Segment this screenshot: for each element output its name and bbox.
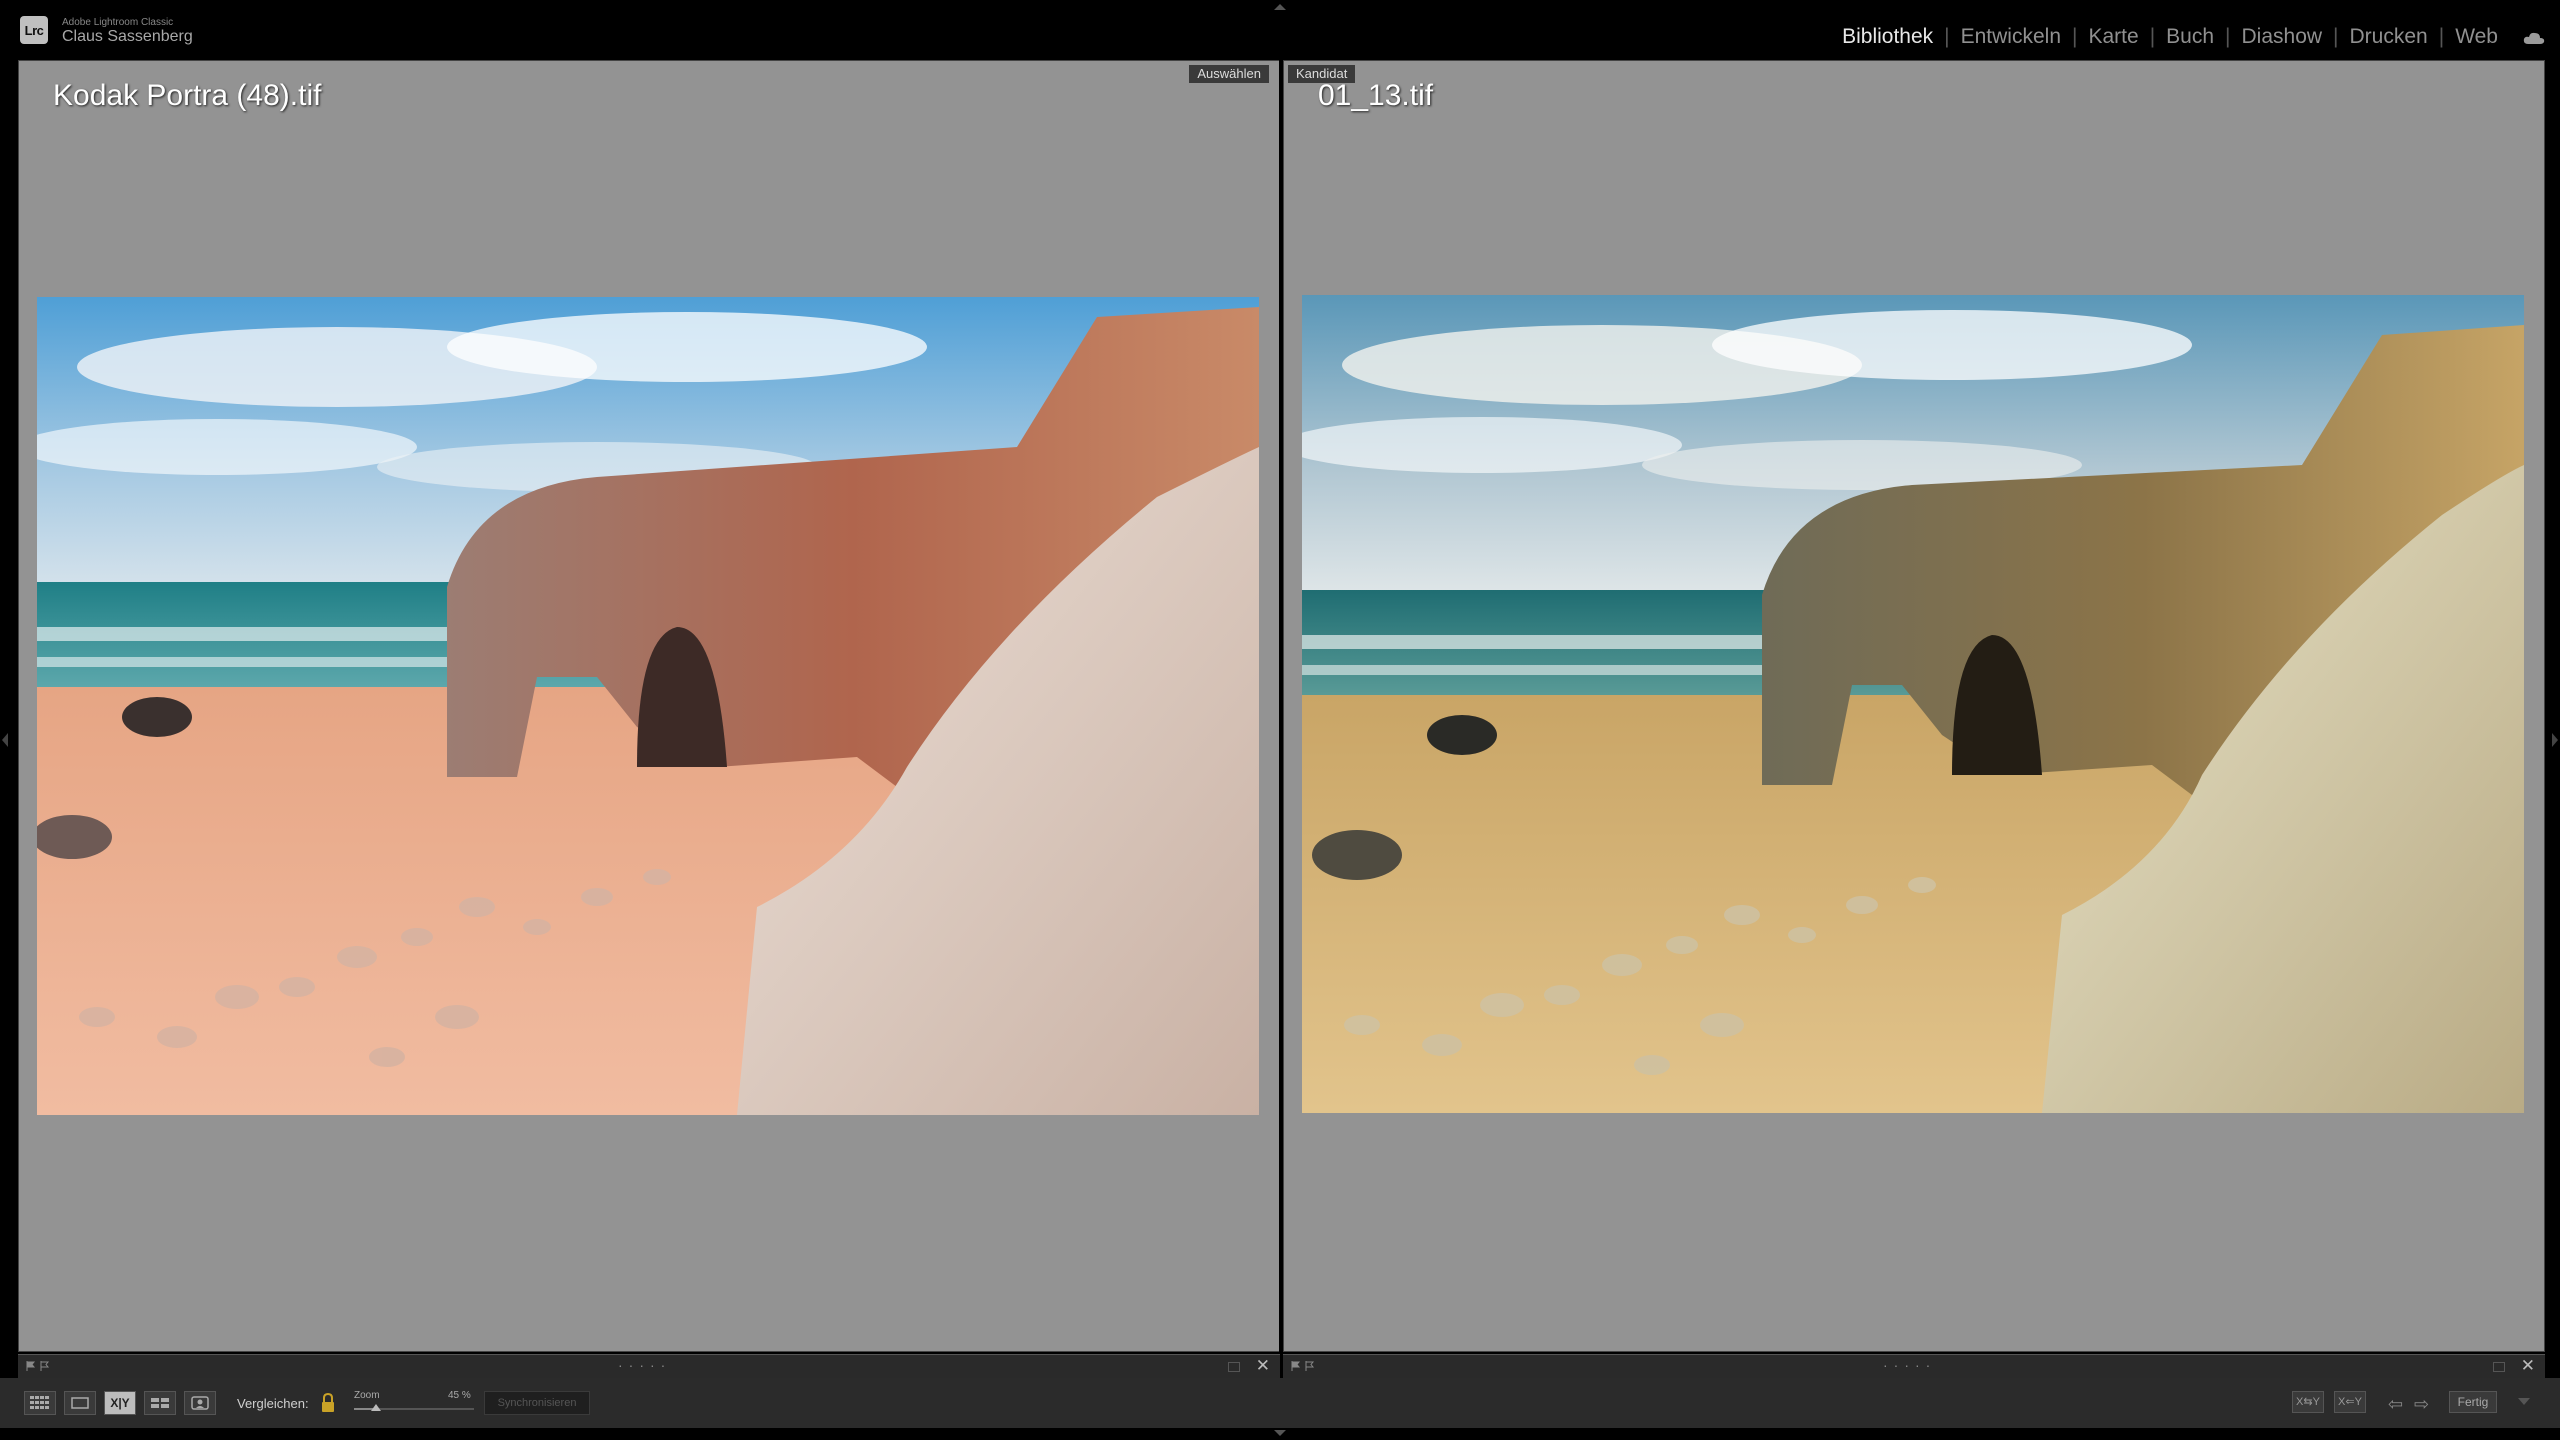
module-separator: |: [2149, 25, 2156, 48]
library-toolbar: X|Y Vergleichen: Zoom 45 % Synchronisier…: [0, 1378, 2560, 1428]
color-label-icon[interactable]: [2493, 1362, 2505, 1372]
done-button[interactable]: Fertig: [2449, 1391, 2497, 1413]
survey-icon: [151, 1398, 169, 1408]
candidate-pane-footer: ····· ✕: [1283, 1354, 2545, 1378]
lock-icon[interactable]: [320, 1392, 336, 1414]
toolbar-content-menu-icon[interactable]: [2518, 1398, 2530, 1405]
lightroom-logo: Lrc: [20, 16, 48, 44]
top-panel-toggle-icon[interactable]: [1274, 4, 1286, 10]
module-separator: |: [2072, 25, 2078, 48]
grid-view-button[interactable]: [24, 1391, 56, 1415]
sync-button[interactable]: Synchronisieren: [484, 1391, 590, 1415]
module-book[interactable]: Buch: [2166, 25, 2214, 49]
people-icon: [191, 1396, 209, 1410]
select-tag: Auswählen: [1189, 65, 1269, 83]
flag-icon[interactable]: [26, 1361, 36, 1371]
module-library[interactable]: Bibliothek: [1842, 25, 1933, 49]
candidate-tag: Kandidat: [1288, 65, 1356, 83]
loupe-view-button[interactable]: [64, 1391, 96, 1415]
rating-dots[interactable]: ·····: [1883, 1357, 1936, 1373]
compare-label: Vergleichen:: [237, 1396, 309, 1411]
survey-view-button[interactable]: [144, 1391, 176, 1415]
candidate-filename: 01_13.tif: [1318, 79, 1434, 112]
zoom-value: 45 %: [448, 1390, 471, 1401]
grid-icon: [30, 1396, 49, 1409]
select-pane-footer: ····· ✕: [18, 1354, 1280, 1378]
zoom-label: Zoom: [354, 1390, 380, 1401]
reject-flag-icon[interactable]: [40, 1361, 50, 1371]
close-icon[interactable]: ✕: [2521, 1356, 2535, 1376]
swap-button[interactable]: X⇆Y: [2292, 1391, 2324, 1413]
people-view-button[interactable]: [184, 1391, 216, 1415]
reject-flag-icon[interactable]: [1305, 1361, 1315, 1371]
identity-plate: Lrc Adobe Lightroom Classic Claus Sassen…: [0, 0, 2560, 58]
make-select-button[interactable]: X⇐Y: [2334, 1391, 2366, 1413]
compare-divider: [1279, 60, 1281, 1378]
zoom-slider[interactable]: [354, 1404, 474, 1411]
candidate-photo[interactable]: [1302, 295, 2524, 1113]
module-web[interactable]: Web: [2455, 25, 2498, 49]
app-name: Adobe Lightroom Classic: [62, 17, 174, 28]
loupe-icon: [71, 1397, 89, 1409]
module-separator: |: [1944, 25, 1950, 48]
beach-arch-photo-warm: [37, 297, 1259, 1115]
beach-arch-photo-neutral: [1302, 295, 2524, 1113]
module-separator: |: [2333, 25, 2339, 48]
module-separator: |: [2438, 25, 2445, 48]
select-filename: Kodak Portra (48).tif: [53, 79, 322, 112]
select-photo[interactable]: [37, 297, 1259, 1115]
module-develop[interactable]: Entwickeln: [1961, 25, 2061, 49]
compare-view-button[interactable]: X|Y: [104, 1391, 136, 1415]
candidate-pane[interactable]: 01_13.tif Kandidat: [1283, 60, 2545, 1352]
color-label-icon[interactable]: [1228, 1362, 1240, 1372]
cloud-sync-icon[interactable]: [2522, 30, 2546, 46]
previous-arrow-icon[interactable]: ⇦: [2388, 1394, 2403, 1415]
module-picker: Bibliothek | Entwickeln | Karte | Buch |…: [1842, 25, 2498, 49]
select-pane[interactable]: Kodak Portra (48).tif Auswählen: [18, 60, 1280, 1352]
close-icon[interactable]: ✕: [1256, 1356, 1270, 1376]
right-panel-toggle-icon[interactable]: [2552, 733, 2558, 747]
module-separator: |: [2225, 25, 2231, 48]
compare-xy-icon: X|Y: [110, 1396, 130, 1410]
zoom-slider-thumb[interactable]: [370, 1404, 381, 1411]
next-arrow-icon[interactable]: ⇨: [2414, 1394, 2429, 1415]
module-map[interactable]: Karte: [2088, 25, 2138, 49]
left-panel-toggle-icon[interactable]: [2, 733, 8, 747]
rating-dots[interactable]: ·····: [618, 1357, 671, 1373]
module-print[interactable]: Drucken: [2350, 25, 2428, 49]
user-name: Claus Sassenberg: [62, 28, 193, 45]
module-slideshow[interactable]: Diashow: [2242, 25, 2323, 49]
flag-icon[interactable]: [1291, 1361, 1301, 1371]
bottom-panel-toggle-icon[interactable]: [1274, 1430, 1286, 1436]
